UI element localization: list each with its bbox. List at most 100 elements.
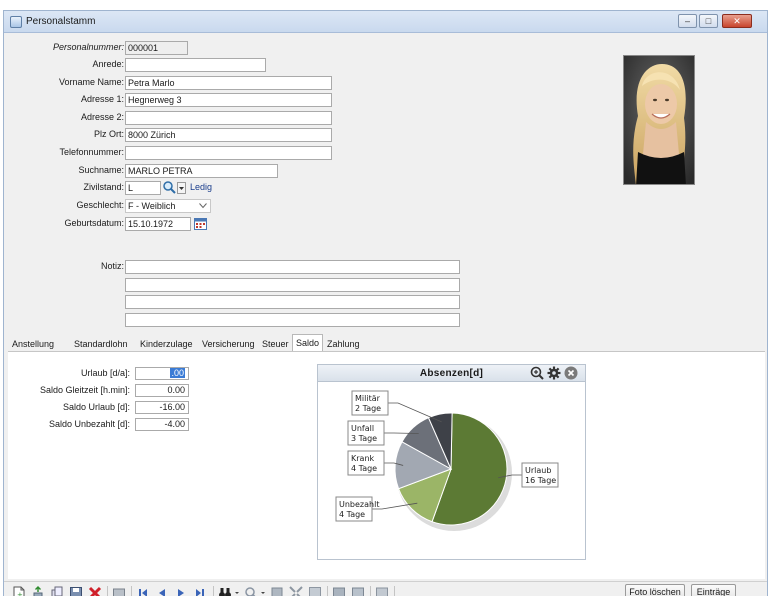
tab-kinderzulage[interactable]: Kinderzulage [137,336,196,352]
pie-label-name: Militär [355,394,381,403]
client-area: Personalnummer: 000001 Anrede: Vorname N… [4,33,767,596]
employee-photo[interactable] [623,55,695,185]
bottom-toolbar: + Foto löschen Einträge [4,581,767,596]
close-icon[interactable] [564,366,578,380]
notiz-line-2[interactable] [125,278,460,292]
urlaub-value: .00 [170,368,185,378]
geburtsdatum-field[interactable]: 15.10.1972 [125,217,191,231]
insert-icon[interactable] [31,586,45,596]
save-icon[interactable] [69,586,83,596]
expand-icon[interactable] [289,586,303,596]
chevron-down-icon [199,203,207,209]
list-icon[interactable] [375,586,389,596]
plz-ort-field[interactable]: 8000 Zürich [125,128,332,142]
pie-label-name: Urlaub [525,466,551,475]
saldo-urlaub-field[interactable]: -16.00 [135,401,189,414]
chart-header: Absenzen[d] [318,365,585,382]
label-notiz: Notiz: [100,261,124,271]
tab-anstellung[interactable]: Anstellung [9,336,57,352]
unbezahlt-field[interactable]: -4.00 [135,418,189,431]
eintraege-button[interactable]: Einträge [691,584,736,596]
window-title: Personalstamm [26,16,96,27]
label-geschlecht: Geschlecht: [76,200,124,210]
tab-saldo[interactable]: Saldo [292,334,324,352]
app-icon [10,16,22,28]
geschlecht-value: F - Weiblich [128,201,176,211]
label-anrede: Anrede: [92,59,124,69]
label-saldo-urlaub: Saldo Urlaub [d]: [62,402,130,412]
tab-steuer[interactable]: Steuer [259,336,292,352]
label-geburtsdatum: Geburtsdatum: [64,218,124,228]
telefon-field[interactable] [125,146,332,160]
label-adresse2: Adresse 2: [80,112,124,122]
notiz-line-3[interactable] [125,295,460,309]
maximize-button[interactable]: □ [699,14,718,28]
tab-zahlung[interactable]: Zahlung [324,336,363,352]
absenzen-chart: Absenzen[d] Urlaub 16 Tage Unbezahlt 4 T… [317,364,586,560]
search-icon[interactable] [162,180,176,194]
label-vorname-name: Vorname Name: [58,77,124,87]
pie-label-name: Unfall [351,424,374,433]
toolbar-separator [213,586,214,596]
anrede-field[interactable] [125,58,266,72]
print-icon[interactable] [112,586,126,596]
last-record-icon[interactable] [193,586,207,596]
gear-icon[interactable] [547,366,561,380]
next-record-icon[interactable] [174,586,188,596]
toolbar-separator [370,586,371,596]
toolbar-separator [131,586,132,596]
suchname-field[interactable]: MARLO PETRA [125,164,278,178]
personalnummer-field[interactable]: 000001 [125,41,188,55]
pie-label-name: Krank [351,454,375,463]
import-icon[interactable] [351,586,365,596]
label-personalnummer: Personalnummer: [52,42,124,52]
adresse1-field[interactable]: Hegnerweg 3 [125,93,332,107]
calendar-icon[interactable] [194,217,207,230]
geschlecht-select[interactable]: F - Weiblich [125,199,211,213]
label-plz-ort: Plz Ort: [93,129,124,139]
chart-title: Absenzen[d] [419,368,484,379]
vorname-name-field[interactable]: Petra Marlo [125,76,332,90]
label-zivilstand: Zivilstand: [83,182,124,192]
grid-icon[interactable] [308,586,322,596]
pie-label-name: Unbezahlt [339,500,379,509]
label-gleitzeit: Saldo Gleitzeit [h.min]: [39,385,130,395]
filter-icon[interactable] [270,586,284,596]
notiz-line-1[interactable] [125,260,460,274]
pie-label-value: 4 Tage [351,464,377,473]
zoom-in-icon[interactable] [530,366,544,380]
first-record-icon[interactable] [136,586,150,596]
copy-icon[interactable] [50,586,64,596]
tab-standardlohn[interactable]: Standardlohn [71,336,131,352]
close-button[interactable]: ✕ [722,14,752,28]
binoculars-icon[interactable] [218,586,232,596]
adresse2-field[interactable] [125,111,332,125]
zivilstand-text: Ledig [190,182,213,192]
svg-text:+: + [17,591,23,596]
delete-icon[interactable] [88,586,102,596]
notiz-line-4[interactable] [125,313,460,327]
export-icon[interactable] [332,586,346,596]
new-record-icon[interactable]: + [12,586,26,596]
saldo-panel: Urlaub [d/a]: .00 Saldo Gleitzeit [h.min… [8,351,765,579]
label-adresse1: Adresse 1: [80,94,124,104]
label-telefon: Telefonnummer: [59,147,124,157]
pie-label-value: 4 Tage [339,510,365,519]
label-unbezahlt: Saldo Unbezahlt [d]: [48,419,130,429]
pie-chart-plot: Urlaub16 TageUnbezahlt4 TageKrank4 TageU… [335,390,559,531]
previous-record-icon[interactable] [155,586,169,596]
foto-loeschen-button[interactable]: Foto löschen [625,584,685,596]
minimize-button[interactable]: – [678,14,697,28]
chevron-down-icon[interactable] [260,586,266,596]
pie-label-value: 16 Tage [525,476,556,485]
tab-versicherung[interactable]: Versicherung [199,336,258,352]
gleitzeit-field[interactable]: 0.00 [135,384,189,397]
pie-label-value: 2 Tage [355,404,381,413]
urlaub-field[interactable]: .00 [135,367,189,380]
title-bar: Personalstamm – □ ✕ [4,11,767,33]
zivilstand-field[interactable]: L [125,181,161,195]
label-suchname: Suchname: [78,165,124,175]
search-icon[interactable] [244,586,258,596]
chevron-down-icon[interactable] [234,586,240,596]
chevron-down-icon[interactable] [177,182,186,194]
